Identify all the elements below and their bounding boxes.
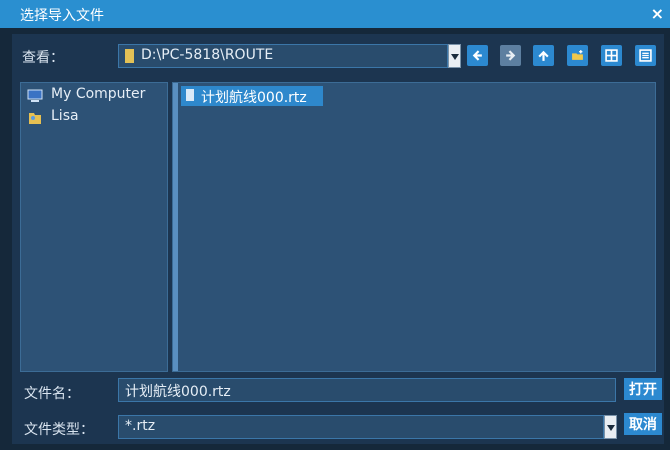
places-panel: My Computer Lisa — [20, 82, 168, 372]
window-title: 选择导入文件 — [20, 8, 104, 24]
file-type-dropdown-button[interactable] — [604, 415, 617, 439]
file-type-select[interactable]: *.rtz — [118, 415, 604, 439]
user-folder-icon — [29, 113, 41, 124]
place-item-lisa[interactable]: Lisa — [27, 108, 165, 128]
detail-view-icon — [639, 49, 652, 62]
arrow-right-icon — [506, 50, 516, 61]
forward-button[interactable] — [500, 45, 521, 66]
place-item-label: My Computer — [51, 86, 146, 102]
list-view-button[interactable] — [601, 45, 622, 66]
file-icon — [186, 89, 194, 101]
file-type-label: 文件类型： — [24, 422, 94, 438]
place-item-label: Lisa — [51, 108, 79, 124]
file-item[interactable]: 计划航线000.rtz — [181, 86, 323, 106]
new-folder-button[interactable] — [567, 45, 588, 66]
open-button[interactable]: 打开 — [624, 378, 662, 400]
back-button[interactable] — [467, 45, 488, 66]
title-bar: 选择导入文件 × — [0, 0, 670, 28]
folder-icon — [125, 49, 134, 63]
cancel-button[interactable]: 取消 — [624, 413, 662, 435]
grid-view-icon — [605, 49, 618, 62]
arrow-up-icon — [538, 50, 549, 61]
dialog-body: 查看： D:\PC-5818\ROUTE My Computer Lisa 计划… — [12, 34, 664, 444]
look-in-combo[interactable]: D:\PC-5818\ROUTE — [118, 44, 448, 68]
file-list-divider — [173, 83, 178, 371]
new-folder-icon — [572, 50, 583, 60]
file-item-label: 计划航线000.rtz — [201, 90, 307, 106]
place-item-my-computer[interactable]: My Computer — [27, 86, 165, 106]
computer-icon — [27, 89, 43, 102]
file-list[interactable]: 计划航线000.rtz — [172, 82, 656, 372]
close-icon[interactable]: × — [651, 4, 664, 23]
up-button[interactable] — [533, 45, 554, 66]
file-name-label: 文件名： — [24, 386, 80, 402]
file-name-field[interactable]: 计划航线000.rtz — [118, 378, 616, 402]
look-in-label: 查看： — [22, 50, 64, 66]
arrow-left-icon — [472, 50, 482, 61]
look-in-dropdown-button[interactable] — [448, 44, 461, 68]
detail-view-button[interactable] — [635, 45, 656, 66]
look-in-path: D:\PC-5818\ROUTE — [141, 47, 274, 63]
